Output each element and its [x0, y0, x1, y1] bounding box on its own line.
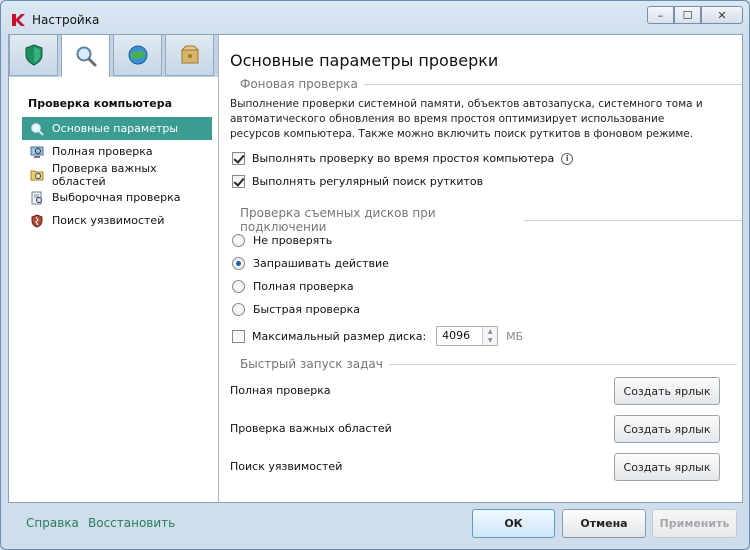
- radio-no-scan[interactable]: [232, 234, 245, 247]
- sidebar-item-label: Основные параметры: [52, 122, 179, 135]
- vulnerability-icon: [30, 213, 44, 228]
- client-area: Проверка компьютера Основные параметры П…: [8, 34, 743, 503]
- radio-label: Запрашивать действие: [253, 257, 389, 270]
- sidebar-item-label: Поиск уязвимостей: [52, 214, 165, 227]
- tab-settings[interactable]: [165, 35, 214, 76]
- rootkit-scan-label: Выполнять регулярный поиск руткитов: [252, 175, 484, 188]
- section-title: Быстрый запуск задач: [240, 357, 383, 371]
- radio-quick-scan[interactable]: [232, 303, 245, 316]
- main-panel: Основные параметры проверки Фоновая пров…: [220, 35, 742, 502]
- radio-full-scan[interactable]: [232, 280, 245, 293]
- title-bar[interactable]: Настройка – ☐ ✕: [1, 1, 749, 35]
- minimize-button[interactable]: –: [647, 6, 674, 24]
- computer-scan-icon: [30, 145, 44, 159]
- removable-option-quick[interactable]: Быстрая проверка: [232, 303, 360, 316]
- sidebar-item-label: Полная проверка: [52, 145, 153, 158]
- section-title: Проверка съемных дисков при подключении: [240, 206, 436, 234]
- stepper-up-icon[interactable]: ▲: [483, 327, 498, 336]
- section-title: Фоновая проверка: [240, 77, 358, 91]
- info-icon[interactable]: i: [561, 152, 574, 165]
- sidebar-item-full-scan[interactable]: Полная проверка: [22, 140, 212, 163]
- max-disk-size-option[interactable]: Максимальный размер диска: 4096 ▲ ▼ МБ: [232, 326, 523, 346]
- sidebar: Проверка компьютера Основные параметры П…: [9, 35, 219, 502]
- box-icon: [180, 45, 199, 64]
- custom-scan-icon: [30, 191, 44, 205]
- minimize-icon: –: [657, 8, 664, 22]
- sidebar-item-basic-settings[interactable]: Основные параметры: [22, 117, 212, 140]
- page-title: Основные параметры проверки: [230, 51, 499, 70]
- maximize-icon: ☐: [682, 8, 693, 22]
- sidebar-list: Основные параметры Полная проверка Прове…: [22, 117, 212, 232]
- sidebar-item-vulnerability-scan[interactable]: Поиск уязвимостей: [22, 209, 212, 232]
- idle-scan-label: Выполнять проверку во время простоя комп…: [252, 152, 555, 165]
- create-shortcut-critical-areas-button[interactable]: Создать ярлык: [614, 415, 720, 443]
- stepper-down-icon[interactable]: ▼: [483, 336, 498, 345]
- task-label-critical-areas: Проверка важных областей: [230, 422, 392, 435]
- cancel-button[interactable]: Отмена: [562, 509, 646, 538]
- maximize-button[interactable]: ☐: [674, 6, 701, 24]
- max-disk-size-stepper[interactable]: 4096 ▲ ▼: [436, 326, 499, 346]
- idle-scan-checkbox[interactable]: [232, 152, 245, 165]
- restore-link[interactable]: Восстановить: [88, 516, 175, 530]
- stepper-arrows: ▲ ▼: [482, 327, 498, 345]
- window-title: Настройка: [32, 13, 100, 27]
- max-disk-size-label: Максимальный размер диска:: [252, 329, 427, 343]
- section-removable-drives: Проверка съемных дисков при подключении: [240, 206, 742, 234]
- globe-icon: [128, 45, 147, 65]
- close-button[interactable]: ✕: [701, 6, 743, 24]
- sidebar-heading: Проверка компьютера: [28, 97, 173, 110]
- sidebar-item-label: Выборочная проверка: [52, 191, 181, 204]
- sidebar-item-custom-scan[interactable]: Выборочная проверка: [22, 186, 212, 209]
- shield-icon: [25, 44, 42, 66]
- background-scan-description: Выполнение проверки системной памяти, об…: [230, 98, 703, 140]
- tab-update[interactable]: [113, 35, 162, 76]
- radio-ask[interactable]: [232, 257, 245, 270]
- task-label-full-scan: Полная проверка: [230, 384, 331, 397]
- idle-scan-option[interactable]: Выполнять проверку во время простоя комп…: [232, 152, 574, 165]
- magnifier-icon: [76, 46, 96, 67]
- section-background-scan: Фоновая проверка: [240, 77, 742, 91]
- create-shortcut-full-scan-button[interactable]: Создать ярлык: [614, 377, 720, 405]
- rootkit-scan-option[interactable]: Выполнять регулярный поиск руткитов: [232, 175, 483, 188]
- max-disk-size-value[interactable]: 4096: [437, 327, 482, 345]
- removable-option-no-scan[interactable]: Не проверять: [232, 234, 332, 247]
- radio-label: Быстрая проверка: [253, 303, 361, 316]
- removable-option-ask[interactable]: Запрашивать действие: [232, 257, 389, 270]
- tab-protection[interactable]: [9, 35, 58, 76]
- apply-button[interactable]: Применить: [652, 509, 737, 538]
- tab-scan[interactable]: [61, 35, 110, 77]
- ok-button[interactable]: ОК: [472, 509, 555, 538]
- caption-buttons: – ☐ ✕: [647, 6, 743, 24]
- kaspersky-logo-icon: [12, 14, 25, 26]
- magnifier-icon: [30, 122, 44, 136]
- help-link[interactable]: Справка: [26, 516, 79, 530]
- sidebar-item-label: Проверка важных областей: [52, 161, 157, 188]
- settings-window: Настройка – ☐ ✕ Проверка компьютера Осно…: [0, 0, 750, 550]
- task-label-vulnerability-scan: Поиск уязвимостей: [230, 460, 343, 473]
- category-tabs: [9, 35, 218, 77]
- close-icon: ✕: [717, 8, 727, 22]
- sidebar-item-critical-areas[interactable]: Проверка важных областей: [22, 161, 212, 188]
- rootkit-scan-checkbox[interactable]: [232, 175, 245, 188]
- radio-label: Полная проверка: [253, 280, 354, 293]
- section-divider: [363, 83, 742, 85]
- radio-label: Не проверять: [253, 234, 333, 247]
- max-disk-size-checkbox[interactable]: [232, 329, 245, 343]
- section-divider: [388, 363, 737, 365]
- create-shortcut-vulnerability-button[interactable]: Создать ярлык: [614, 453, 720, 481]
- section-quick-launch: Быстрый запуск задач: [240, 357, 737, 371]
- removable-option-full[interactable]: Полная проверка: [232, 280, 354, 293]
- max-disk-size-unit: МБ: [506, 329, 524, 343]
- folder-scan-icon: [30, 168, 44, 182]
- section-divider: [523, 219, 742, 221]
